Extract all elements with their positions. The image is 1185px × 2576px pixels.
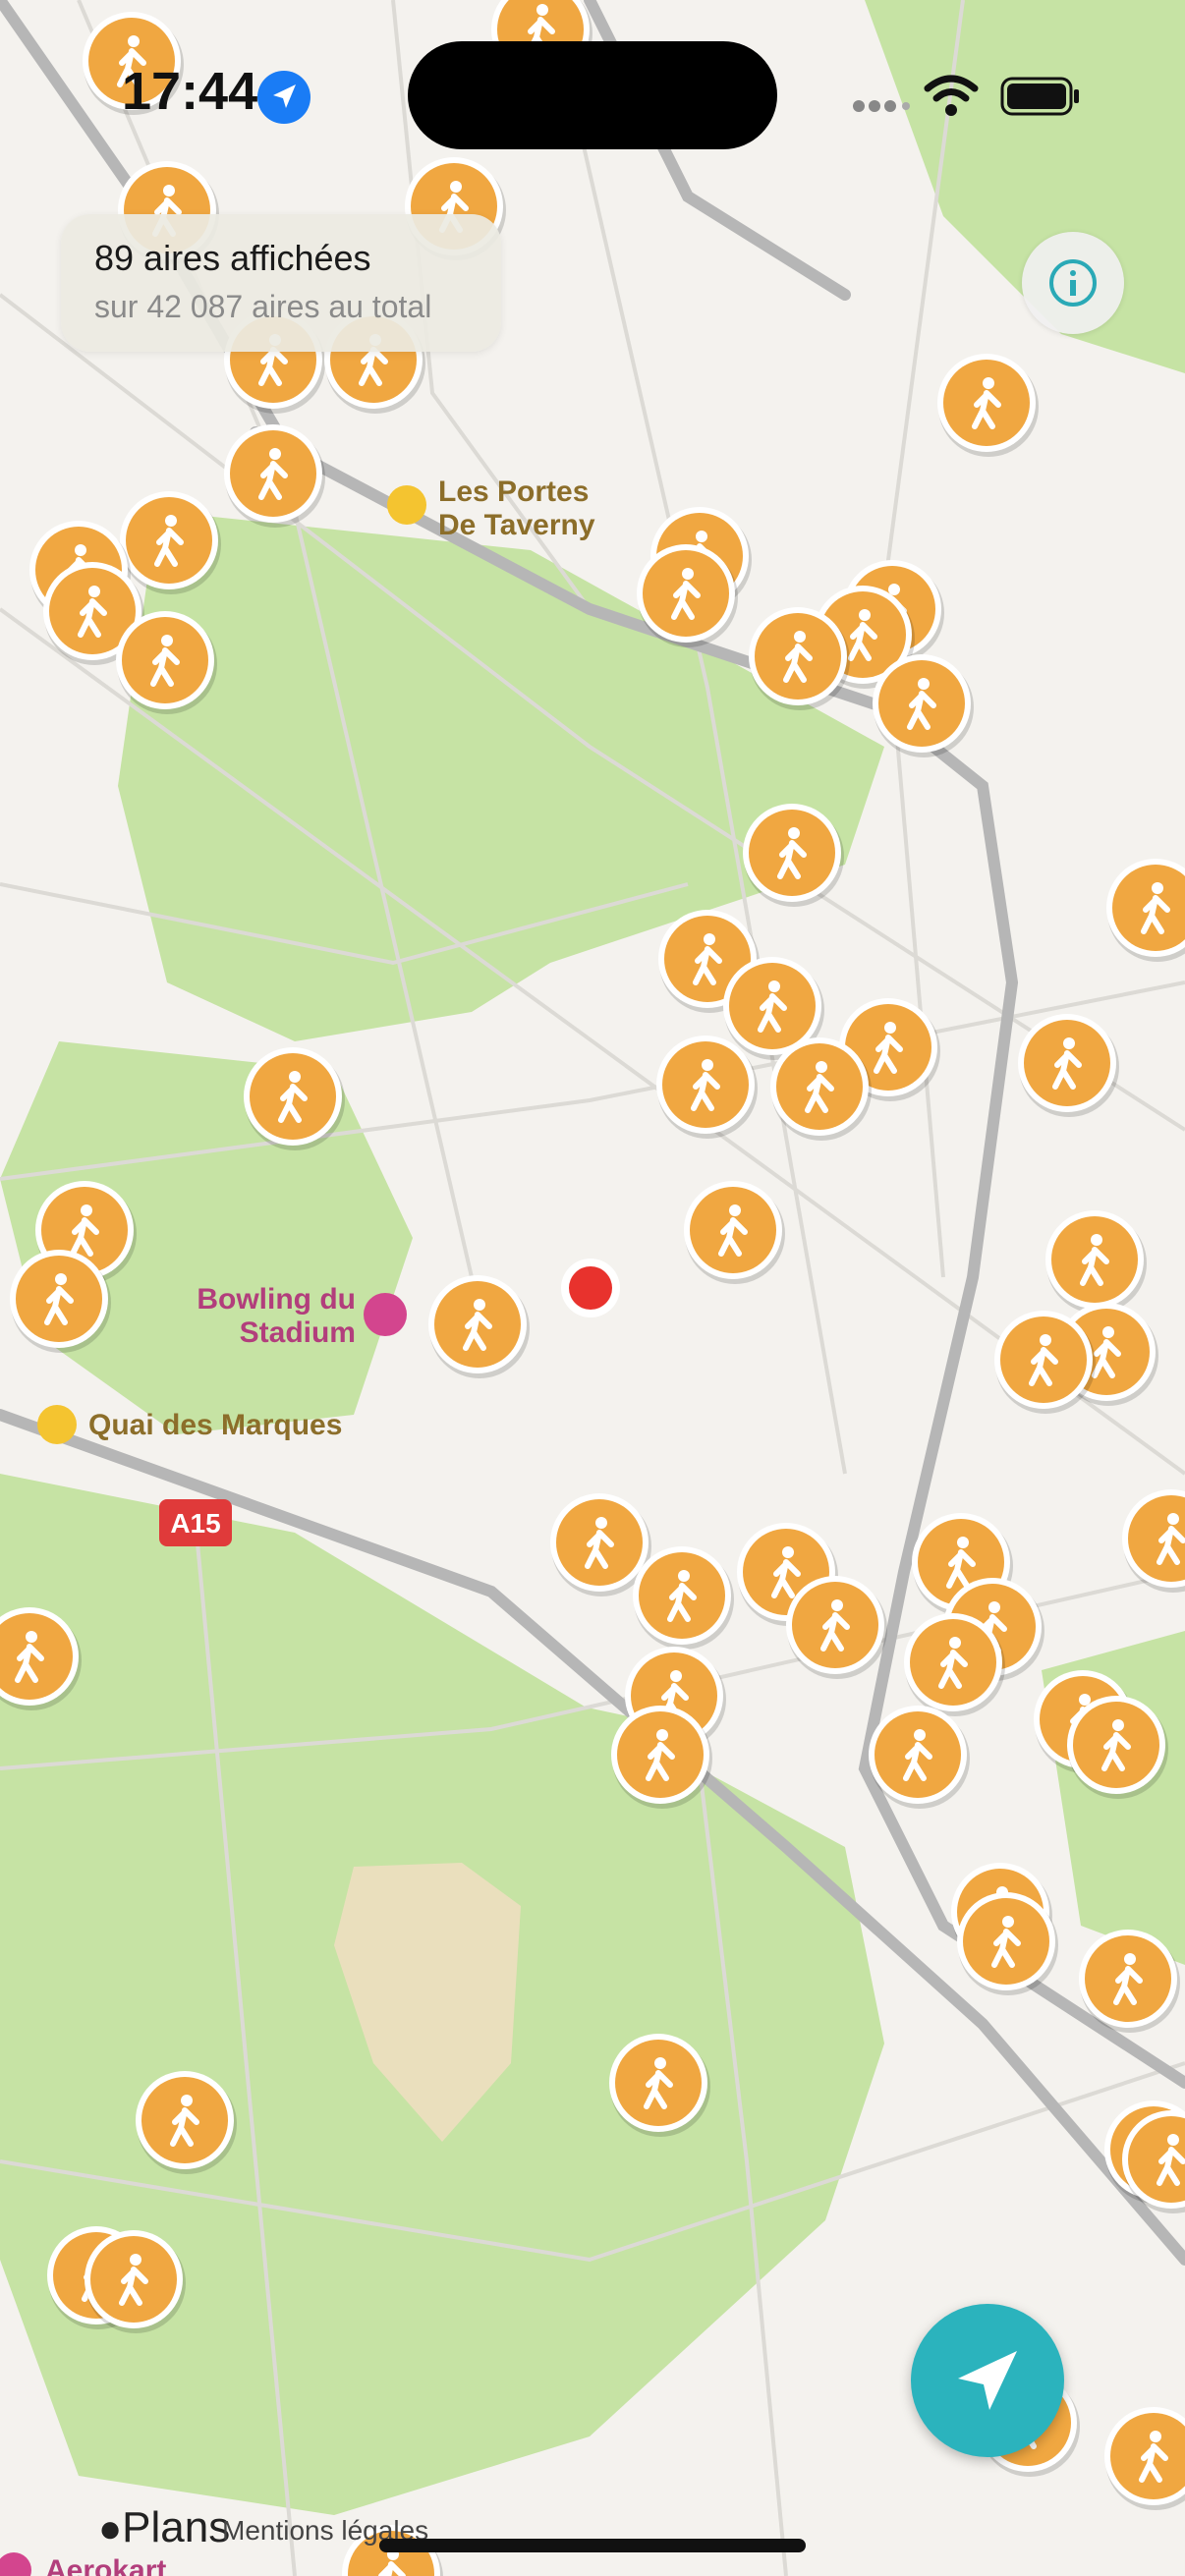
status-bar: 17:44: [0, 0, 1185, 187]
signal-dots-icon: [853, 100, 910, 112]
battery-icon: [1000, 77, 1079, 116]
home-indicator: [379, 2539, 806, 2552]
poi-label-portes-2: De Taverny: [438, 509, 595, 541]
poi-label-portes-1: Les Portes: [438, 476, 589, 508]
locate-me-button[interactable]: [911, 2304, 1064, 2457]
location-services-icon: [257, 71, 310, 124]
summary-card: 89 aires affichées sur 42 087 aires au t…: [61, 214, 501, 352]
status-time: 17:44: [122, 62, 258, 121]
poi-label-quai: Quai des Marques: [88, 1409, 342, 1441]
map-view[interactable]: A15 Les Portes De Taverny Bowling du Sta…: [0, 0, 1185, 2576]
current-location: [561, 1259, 620, 1317]
brand-label: Plans: [122, 2503, 231, 2551]
poi-label-bowling-2: Stadium: [240, 1316, 356, 1349]
road-badge-a15: A15: [170, 1508, 220, 1539]
location-arrow-icon: [958, 2351, 1017, 2410]
a15-badge: A15: [159, 1499, 232, 1546]
maps-brand: ●Plans: [98, 2503, 230, 2552]
poi-label-aerokart: Aerokart: [45, 2554, 166, 2576]
summary-total: sur 42 087 aires au total: [94, 289, 432, 324]
summary-count: 89 aires affichées: [94, 238, 371, 278]
wifi-icon: [924, 75, 979, 116]
info-button[interactable]: [1022, 232, 1124, 334]
apple-logo-icon: ●: [98, 2507, 123, 2550]
info-icon: [1049, 259, 1097, 307]
dynamic-island: [408, 41, 777, 149]
poi-label-bowling-1: Bowling du: [197, 1283, 356, 1316]
